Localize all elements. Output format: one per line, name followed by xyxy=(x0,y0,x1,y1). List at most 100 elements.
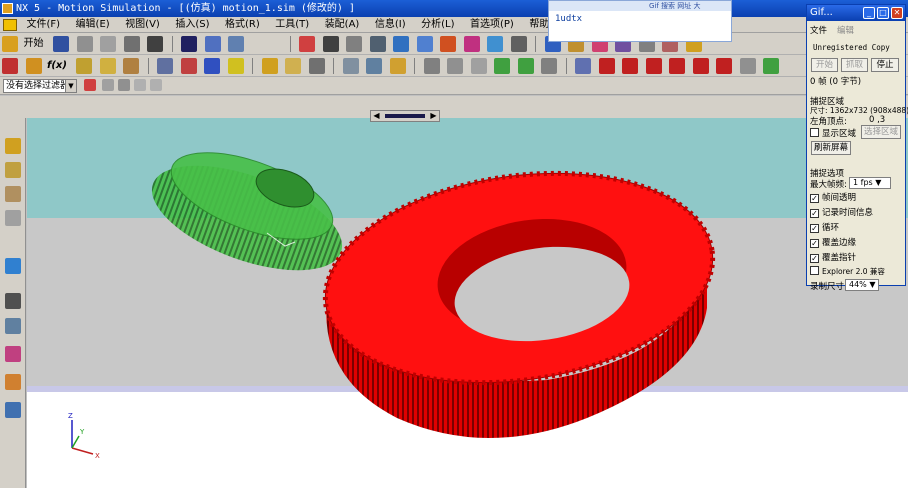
zoom-window-icon[interactable] xyxy=(322,36,339,52)
environment-icon[interactable] xyxy=(2,58,18,74)
type-filter-select[interactable]: 没有选择过滤器 ▼ xyxy=(3,79,77,93)
gif-stop-button[interactable]: 停止 xyxy=(871,58,899,72)
render-style-icon[interactable] xyxy=(463,36,480,52)
motion-navigator-icon[interactable] xyxy=(5,138,21,154)
deselect-icon[interactable] xyxy=(102,79,114,91)
layer-icon[interactable] xyxy=(510,36,527,52)
gif-window-title-bar[interactable]: Gif... _ □ ✕ xyxy=(807,5,905,21)
pan-icon[interactable] xyxy=(393,36,409,52)
articulation-icon[interactable] xyxy=(342,58,359,74)
grid-icon[interactable] xyxy=(423,58,440,74)
show-area-checkbox[interactable]: 显示区域 xyxy=(810,127,856,139)
playback-settings-icon[interactable] xyxy=(575,58,592,74)
menu-insert[interactable]: 插入(S) xyxy=(169,17,215,33)
menu-tools[interactable]: 工具(T) xyxy=(269,17,315,33)
start-icon[interactable] xyxy=(2,36,18,52)
constraint-navigator-icon[interactable] xyxy=(5,186,21,202)
cut-icon[interactable] xyxy=(76,36,93,52)
transparent-checkbox[interactable]: ✓ 帧间透明 xyxy=(810,191,856,203)
trace-icon[interactable] xyxy=(470,58,487,74)
gif-menu-file[interactable]: 文件 xyxy=(810,24,827,36)
first-frame-icon[interactable] xyxy=(598,58,615,74)
chevron-down-icon[interactable]: ▼ xyxy=(65,80,76,92)
scroll-left-icon[interactable]: ◀ xyxy=(371,111,382,121)
popup-text[interactable]: 1udtx xyxy=(555,14,582,24)
packaging-icon[interactable] xyxy=(389,58,406,74)
paste-icon[interactable] xyxy=(123,36,140,52)
step-back-icon[interactable] xyxy=(494,58,511,74)
torque-icon[interactable] xyxy=(204,58,221,74)
history-icon[interactable] xyxy=(5,258,21,274)
previous-frame-icon[interactable] xyxy=(622,58,639,74)
export-icon[interactable] xyxy=(366,58,383,74)
spring-icon[interactable] xyxy=(123,58,140,74)
repeat-icon[interactable] xyxy=(204,36,221,52)
max-fps-select[interactable]: 1 fps ▼ xyxy=(849,177,891,189)
undo-icon[interactable] xyxy=(181,36,197,52)
system-materials-icon[interactable] xyxy=(5,402,21,418)
menu-view[interactable]: 视图(V) xyxy=(119,17,166,33)
menu-edit[interactable]: 编辑(E) xyxy=(70,17,116,33)
graphics-window[interactable]: X Y Z xyxy=(27,118,908,488)
function-button[interactable]: f(x) xyxy=(47,55,67,76)
delete-icon[interactable] xyxy=(147,36,163,52)
scroll-right-icon[interactable]: ▶ xyxy=(428,111,439,121)
save-icon[interactable] xyxy=(53,36,69,52)
marker-icon[interactable] xyxy=(227,58,244,74)
close-icon[interactable]: ✕ xyxy=(891,7,903,19)
menu-format[interactable]: 格式(R) xyxy=(219,17,266,33)
part-navigator-icon[interactable] xyxy=(5,210,21,226)
play-icon[interactable] xyxy=(645,58,662,74)
loop-checkbox[interactable]: ✓ 循环 xyxy=(810,221,839,233)
interference-icon[interactable] xyxy=(447,58,464,74)
select-area-button[interactable]: 选择区域 xyxy=(861,125,901,139)
menu-analysis[interactable]: 分析(L) xyxy=(415,17,460,33)
animation-icon[interactable] xyxy=(285,58,302,74)
filter-icon[interactable] xyxy=(84,79,96,91)
toolbar-scroller[interactable]: ◀ ▶ xyxy=(370,110,440,122)
pause-icon[interactable] xyxy=(716,58,733,74)
menu-assembly[interactable]: 装配(A) xyxy=(319,17,366,33)
connector-icon[interactable] xyxy=(99,58,116,74)
zoom-icon[interactable] xyxy=(346,36,362,52)
start-button[interactable]: 开始 xyxy=(24,33,44,54)
quick-pick-icon[interactable] xyxy=(118,79,130,91)
menu-file[interactable]: 文件(F) xyxy=(21,17,67,33)
reset-icon[interactable] xyxy=(541,58,558,74)
select-icon[interactable] xyxy=(228,36,244,52)
reuse-library-icon[interactable] xyxy=(5,318,21,334)
menu-preferences[interactable]: 首选项(P) xyxy=(464,17,520,33)
gif-menu-edit[interactable]: 编辑 xyxy=(837,24,854,36)
refresh-screen-button[interactable]: 刷新屏幕 xyxy=(811,141,851,155)
cover-cursor-checkbox[interactable]: ✓ 覆盖指针 xyxy=(810,251,856,263)
record-size-select[interactable]: 44% ▼ xyxy=(845,279,879,291)
loop-icon[interactable] xyxy=(763,58,780,74)
link-wizard-icon[interactable] xyxy=(25,58,42,74)
perspective-icon[interactable] xyxy=(416,36,433,52)
gear-pair-icon[interactable] xyxy=(157,58,174,74)
joint-icon[interactable] xyxy=(76,58,93,74)
lasso-icon[interactable] xyxy=(134,79,146,91)
fit-view-icon[interactable] xyxy=(299,36,315,52)
force-icon[interactable] xyxy=(180,58,197,74)
gif-capture-button[interactable]: 抓取 xyxy=(841,58,868,72)
assembly-navigator-icon[interactable] xyxy=(5,162,21,178)
last-frame-icon[interactable] xyxy=(692,58,709,74)
scroll-thumb[interactable] xyxy=(385,114,425,118)
next-frame-icon[interactable] xyxy=(669,58,686,74)
maximize-icon[interactable]: □ xyxy=(877,7,889,19)
popup-tab-strip[interactable]: Gif 搜索 网址 大 xyxy=(549,1,731,11)
gif-start-button[interactable]: 开始 xyxy=(811,58,838,72)
copy-icon[interactable] xyxy=(100,36,116,52)
clock-icon[interactable] xyxy=(5,293,21,309)
solver-icon[interactable] xyxy=(261,58,278,74)
explorer-compat-checkbox[interactable]: Explorer 2.0 兼容 xyxy=(810,266,885,277)
window-title-bar[interactable]: NX 5 - Motion Simulation - [(仿真) motion_… xyxy=(0,0,908,17)
menu-information[interactable]: 信息(I) xyxy=(369,17,412,33)
restore-view-icon[interactable] xyxy=(440,36,456,52)
rotate-icon[interactable] xyxy=(369,36,386,52)
graph-icon[interactable] xyxy=(308,58,325,74)
cube-view-icon[interactable] xyxy=(487,36,503,52)
snap-point-icon[interactable] xyxy=(150,79,162,91)
step-forward-icon[interactable] xyxy=(517,58,534,74)
